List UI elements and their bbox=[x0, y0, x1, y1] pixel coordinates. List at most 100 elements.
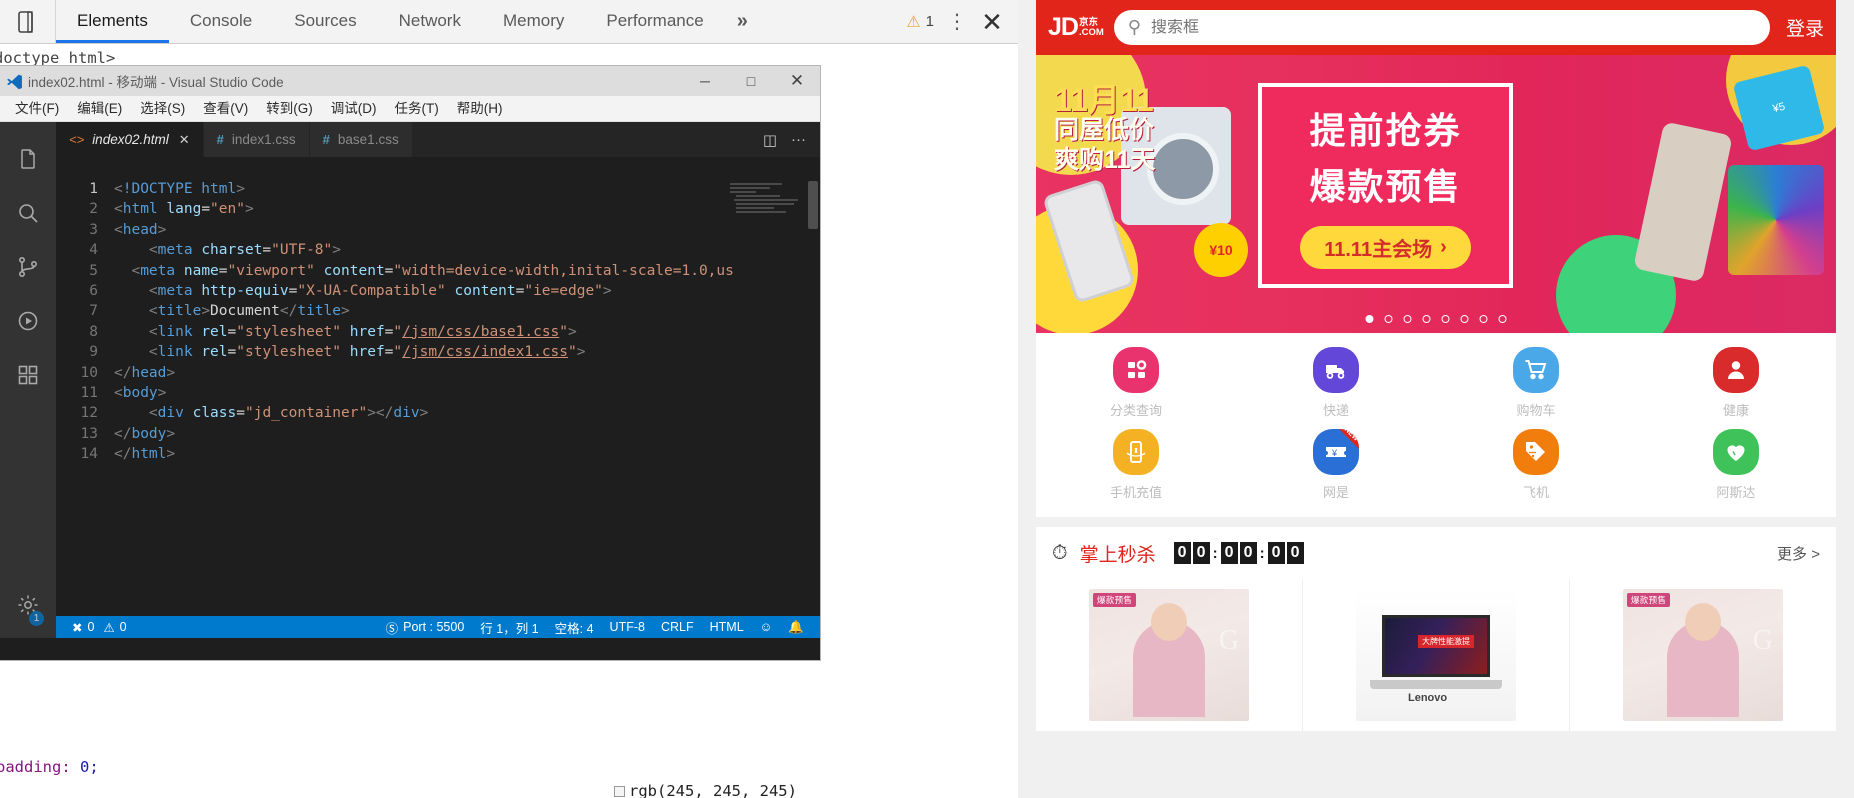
banner-dot[interactable] bbox=[1422, 315, 1431, 323]
code-editor[interactable]: 1 <!DOCTYPE html> 2 <html lang="en"> 3 <hea… bbox=[56, 179, 820, 616]
color-swatch-icon[interactable] bbox=[614, 786, 625, 797]
nav-item-asda[interactable]: 阿斯达 bbox=[1636, 429, 1836, 501]
more-tabs-icon[interactable]: » bbox=[725, 0, 760, 43]
tab-network[interactable]: Network bbox=[378, 2, 482, 43]
nav-item-cart[interactable]: 购物车 bbox=[1436, 347, 1636, 419]
editor-tab-index02-html[interactable]: <> index02.html ✕ bbox=[56, 122, 204, 157]
banner-center-card[interactable]: 提前抢券 爆款预售 11.11主会场 › bbox=[1258, 83, 1513, 288]
jd-logo[interactable]: JD 京东 .COM bbox=[1048, 13, 1104, 42]
warning-badge[interactable]: ⚠ 1 bbox=[900, 12, 940, 32]
error-icon: ✖ bbox=[72, 620, 83, 635]
code-content: </head> bbox=[114, 364, 176, 381]
menu-selection[interactable]: 选择(S) bbox=[131, 96, 194, 122]
status-notifications-icon[interactable]: 🔔 bbox=[780, 616, 812, 638]
search-icon[interactable] bbox=[0, 186, 56, 240]
devtools-tabs: Elements Console Sources Network Memory … bbox=[56, 0, 760, 43]
code-content: <link rel="stylesheet" href="/jsm/css/in… bbox=[148, 344, 586, 361]
banner-prism-product bbox=[1728, 165, 1824, 275]
status-live-server-port[interactable]: Ⓢ Port : 5500 bbox=[378, 616, 473, 638]
goods-item[interactable]: 爆款预售 G bbox=[1036, 579, 1303, 731]
tab-performance[interactable]: Performance bbox=[585, 2, 724, 43]
countdown-digit: 0 bbox=[1267, 542, 1285, 564]
nav-item-phone-recharge[interactable]: 手机充值 bbox=[1036, 429, 1236, 501]
code-line: 7 <title>Document</title> bbox=[56, 301, 820, 321]
line-number: 5 bbox=[89, 262, 98, 279]
editor-tab-base1-css[interactable]: # base1.css bbox=[309, 122, 413, 157]
nav-item-express[interactable]: 快递 bbox=[1236, 347, 1436, 419]
nav-item-category[interactable]: 分类查询 bbox=[1036, 347, 1236, 419]
menu-tasks[interactable]: 任务(T) bbox=[386, 96, 448, 122]
goods-item[interactable]: 大牌性能激提 Lenovo bbox=[1303, 579, 1570, 731]
extensions-icon[interactable] bbox=[0, 348, 56, 402]
nav-item-flight[interactable]: 飞机 bbox=[1436, 429, 1636, 501]
tab-memory[interactable]: Memory bbox=[482, 2, 585, 43]
code-content: <html lang="en"> bbox=[114, 201, 254, 218]
warning-count: 1 bbox=[925, 13, 934, 30]
status-port-label: Port : 5500 bbox=[403, 620, 465, 634]
jd-logo-sub: 京东 .COM bbox=[1079, 17, 1104, 38]
menu-view[interactable]: 查看(V) bbox=[194, 96, 257, 122]
tab-elements[interactable]: Elements bbox=[56, 2, 169, 43]
code-content: <body> bbox=[114, 385, 167, 402]
banner-dot[interactable] bbox=[1403, 315, 1412, 323]
code-line: 8 <link rel="stylesheet" href="/jsm/css/… bbox=[56, 322, 820, 342]
devtools-toolbar-right: ⚠ 1 ⋮ ✕ bbox=[900, 0, 1018, 43]
minimap[interactable] bbox=[730, 181, 802, 251]
devtools-menu-icon[interactable]: ⋮ bbox=[942, 12, 972, 32]
menu-go[interactable]: 转到(G) bbox=[257, 96, 322, 122]
menu-edit[interactable]: 编辑(E) bbox=[68, 96, 131, 122]
goods-item[interactable]: 爆款预售 G bbox=[1570, 579, 1836, 731]
split-editor-icon[interactable]: ◫ bbox=[763, 131, 777, 149]
vscode-window: index02.html - 移动端 - Visual Studio Code … bbox=[0, 66, 820, 660]
editor-scrollbar[interactable] bbox=[808, 181, 818, 229]
editor-more-actions-icon[interactable]: ··· bbox=[791, 131, 806, 148]
nav-item-health[interactable]: 健康 bbox=[1636, 347, 1836, 419]
banner-cta-button[interactable]: 11.11主会场 › bbox=[1300, 226, 1471, 269]
menu-debug[interactable]: 调试(D) bbox=[322, 96, 386, 122]
status-indentation[interactable]: 空格: 4 bbox=[547, 616, 602, 638]
banner-dot[interactable] bbox=[1479, 315, 1488, 323]
goods-watermark: G bbox=[1218, 625, 1239, 656]
status-problems[interactable]: ✖ 0 ⚠ 0 bbox=[64, 616, 135, 638]
banner-dot[interactable] bbox=[1498, 315, 1507, 323]
tab-performance-label: Performance bbox=[606, 11, 704, 30]
code-line: 3 <head> bbox=[56, 220, 820, 240]
status-eol[interactable]: CRLF bbox=[653, 616, 702, 638]
jd-search-box[interactable]: ⚲ bbox=[1113, 10, 1770, 45]
status-cursor-position[interactable]: 行 1，列 1 bbox=[472, 616, 546, 638]
tab-console[interactable]: Console bbox=[169, 2, 273, 43]
editor-tab-index1-css[interactable]: # index1.css bbox=[203, 122, 310, 157]
jd-promo-banner[interactable]: ¥10 ¥5 11月11 同屋低价 爽购11天 提前抢券 爆款预售 11.11主… bbox=[1036, 55, 1836, 333]
nav-item-coupon[interactable]: ¥ NEW 网是 bbox=[1236, 429, 1436, 501]
settings-gear-icon[interactable]: 1 bbox=[0, 578, 56, 632]
menu-help[interactable]: 帮助(H) bbox=[448, 96, 512, 122]
countdown-colon: : bbox=[1212, 544, 1218, 562]
search-input[interactable] bbox=[1150, 18, 1756, 37]
banner-dot[interactable] bbox=[1460, 315, 1469, 323]
status-feedback-icon[interactable]: ☺ bbox=[752, 616, 781, 638]
login-button[interactable]: 登录 bbox=[1780, 14, 1824, 41]
seckill-more-link[interactable]: 更多 > bbox=[1777, 543, 1820, 564]
line-number: 7 bbox=[89, 303, 98, 320]
line-number: 3 bbox=[89, 221, 98, 238]
banner-dots[interactable] bbox=[1365, 315, 1507, 323]
devtools-close-icon[interactable]: ✕ bbox=[974, 9, 1010, 35]
css-property-value: 0; bbox=[80, 758, 99, 776]
banner-dot[interactable] bbox=[1384, 315, 1393, 323]
banner-dot[interactable] bbox=[1441, 315, 1450, 323]
vscode-logo-icon bbox=[0, 73, 28, 90]
editor-tab-close-icon[interactable]: ✕ bbox=[179, 132, 190, 148]
coupon-icon: ¥ NEW bbox=[1313, 429, 1359, 475]
status-encoding[interactable]: UTF-8 bbox=[602, 616, 653, 638]
maximize-icon[interactable]: □ bbox=[728, 66, 774, 96]
status-language-mode[interactable]: HTML bbox=[702, 616, 752, 638]
source-control-icon[interactable] bbox=[0, 240, 56, 294]
minimize-icon[interactable]: ─ bbox=[682, 66, 728, 96]
inspect-element-icon[interactable] bbox=[0, 0, 56, 43]
explorer-icon[interactable] bbox=[0, 132, 56, 186]
run-debug-icon[interactable] bbox=[0, 294, 56, 348]
menu-file[interactable]: 文件(F) bbox=[6, 96, 68, 122]
close-icon[interactable]: ✕ bbox=[774, 66, 820, 96]
tab-sources[interactable]: Sources bbox=[273, 2, 377, 43]
banner-dot[interactable] bbox=[1365, 315, 1374, 323]
